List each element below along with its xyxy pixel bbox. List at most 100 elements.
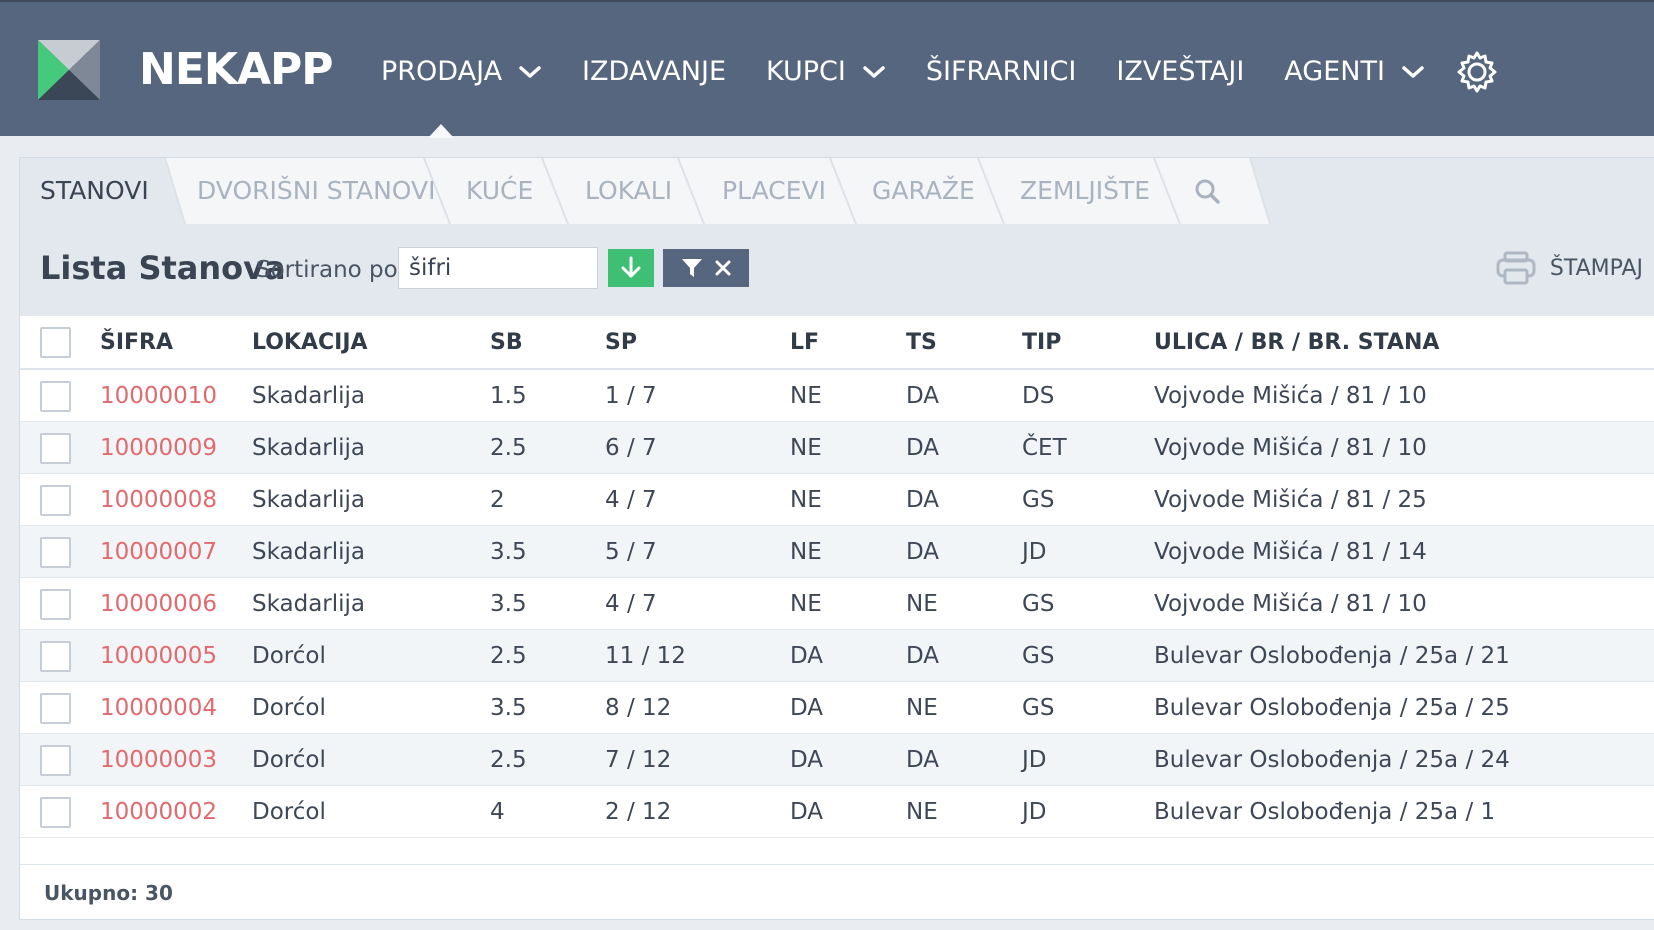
table-row[interactable]: 10000003 Dorćol 2.5 7 / 12 DA DA JD Bulevar Osl…: [20, 734, 1654, 786]
table-row[interactable]: 10000010 Skadarlija 1.5 1 / 7 NE DA DS Vojvode …: [20, 370, 1654, 422]
nav-item-izveštaji[interactable]: IZVEŠTAJI: [1116, 46, 1244, 98]
cell-code[interactable]: 10000006: [100, 578, 217, 630]
nav-item-agenti[interactable]: AGENTI: [1284, 46, 1425, 98]
cell-sp: 6 / 7: [605, 435, 657, 461]
sort-input[interactable]: [398, 247, 598, 289]
content-panel: STANOVI DVORIŠNI STANOVI KUĆE LOKALI PLA…: [19, 157, 1654, 920]
column-header-sifra[interactable]: ŠIFRA: [100, 316, 173, 370]
nav-item-kupci[interactable]: KUPCI: [766, 46, 886, 98]
cell-sp: 4 / 7: [605, 487, 657, 513]
cell-address: Bulevar Oslobođenja / 25a / 21: [1154, 643, 1510, 669]
nav-item-šifrarnici[interactable]: ŠIFRARNICI: [926, 46, 1077, 98]
cell-address: Vojvode Mišića / 81 / 14: [1154, 539, 1427, 565]
column-header-ts[interactable]: TS: [906, 316, 937, 370]
brand-name[interactable]: NEKAPP: [139, 42, 334, 98]
nav-item-prodaja[interactable]: PRODAJA: [381, 46, 542, 98]
search-icon[interactable]: [1194, 178, 1220, 204]
cell-code[interactable]: 10000005: [100, 630, 217, 682]
cell-ts: NE: [906, 799, 938, 825]
cell-sb: 3.5: [490, 695, 527, 721]
cell-code[interactable]: 10000008: [100, 474, 217, 526]
cell-tip: GS: [1022, 643, 1055, 669]
filter-icon: [682, 259, 702, 277]
cell-code[interactable]: 10000004: [100, 682, 217, 734]
row-checkbox[interactable]: [40, 433, 71, 464]
table-row[interactable]: 10000006 Skadarlija 3.5 4 / 7 NE NE GS Vojvode …: [20, 578, 1654, 630]
cell-tip: DS: [1022, 383, 1055, 409]
cell-lf: NE: [790, 539, 822, 565]
cell-sb: 2.5: [490, 435, 527, 461]
tab-placevi[interactable]: PLACEVI: [722, 158, 826, 224]
table-row[interactable]: 10000007 Skadarlija 3.5 5 / 7 NE DA JD Vojvode …: [20, 526, 1654, 578]
sort-label: Sortirano po:: [256, 257, 406, 283]
tab-lokali[interactable]: LOKALI: [585, 158, 672, 224]
cell-location: Dorćol: [252, 799, 326, 825]
app-logo-icon[interactable]: [38, 40, 100, 100]
row-checkbox[interactable]: [40, 485, 71, 516]
cell-sp: 11 / 12: [605, 643, 686, 669]
cell-ts: DA: [906, 643, 940, 669]
nav-item-label: ŠIFRARNICI: [925, 56, 1077, 87]
cell-code[interactable]: 10000003: [100, 734, 217, 786]
arrow-down-icon: [621, 256, 641, 278]
column-header-sp[interactable]: SP: [605, 316, 637, 370]
cell-sp: 1 / 7: [605, 383, 657, 409]
cell-sb: 2: [490, 487, 505, 513]
cell-code[interactable]: 10000010: [100, 370, 217, 422]
cell-lf: DA: [790, 747, 824, 773]
gear-icon[interactable]: [1455, 50, 1499, 94]
cell-location: Dorćol: [252, 747, 326, 773]
table-row[interactable]: 10000004 Dorćol 3.5 8 / 12 DA NE GS Bulevar Osl…: [20, 682, 1654, 734]
nav-item-label: PRODAJA: [381, 56, 503, 87]
row-checkbox[interactable]: [40, 745, 71, 776]
cell-ts: DA: [906, 435, 940, 461]
table-row[interactable]: 10000009 Skadarlija 2.5 6 / 7 NE DA ČET Vojvode…: [20, 422, 1654, 474]
tab-zemljiste[interactable]: ZEMLJIŠTE: [1020, 158, 1150, 224]
select-all-checkbox[interactable]: [40, 327, 71, 358]
row-checkbox[interactable]: [40, 589, 71, 620]
column-header-sb[interactable]: SB: [490, 316, 523, 370]
chevron-down-icon: [863, 66, 885, 78]
row-checkbox[interactable]: [40, 537, 71, 568]
row-checkbox[interactable]: [40, 797, 71, 828]
cell-tip: GS: [1022, 487, 1055, 513]
cell-location: Skadarlija: [252, 539, 366, 565]
cell-ts: NE: [906, 591, 938, 617]
row-checkbox[interactable]: [40, 693, 71, 724]
printer-icon: [1496, 251, 1536, 285]
clear-filter-button[interactable]: [663, 249, 749, 287]
cell-address: Vojvode Mišića / 81 / 25: [1154, 487, 1427, 513]
column-header-lf[interactable]: LF: [790, 316, 819, 370]
cell-sb: 3.5: [490, 591, 527, 617]
cell-address: Vojvode Mišića / 81 / 10: [1154, 591, 1427, 617]
cell-sb: 2.5: [490, 747, 527, 773]
cell-sp: 2 / 12: [605, 799, 672, 825]
print-button[interactable]: ŠTAMPAJ: [1496, 248, 1643, 288]
nav-item-izdavanje[interactable]: IZDAVANJE: [582, 46, 726, 98]
cell-tip: GS: [1022, 591, 1055, 617]
row-checkbox[interactable]: [40, 641, 71, 672]
cell-code[interactable]: 10000002: [100, 786, 217, 838]
tab-garaze[interactable]: GARAŽE: [872, 158, 975, 224]
tab-kuce[interactable]: KUĆE: [466, 158, 533, 224]
tab-dvorisni-stanovi[interactable]: DVORIŠNI STANOVI: [197, 158, 436, 224]
cell-lf: DA: [790, 799, 824, 825]
cell-address: Vojvode Mišića / 81 / 10: [1154, 435, 1427, 461]
cell-code[interactable]: 10000007: [100, 526, 217, 578]
sort-direction-button[interactable]: [608, 249, 654, 287]
column-header-tip[interactable]: TIP: [1022, 316, 1061, 370]
table-row[interactable]: 10000008 Skadarlija 2 4 / 7 NE DA GS Vojvode Mi…: [20, 474, 1654, 526]
tab-stanovi[interactable]: STANOVI: [40, 158, 149, 224]
active-nav-indicator: [428, 124, 454, 138]
nav-item-label: IZDAVANJE: [582, 56, 726, 87]
cell-code[interactable]: 10000009: [100, 422, 217, 474]
row-checkbox[interactable]: [40, 381, 71, 412]
cell-address: Bulevar Oslobođenja / 25a / 24: [1154, 747, 1510, 773]
table-row[interactable]: 10000005 Dorćol 2.5 11 / 12 DA DA GS Bulevar Os…: [20, 630, 1654, 682]
column-header-ulica[interactable]: ULICA / BR / BR. STANA: [1154, 316, 1439, 370]
chevron-down-icon: [519, 66, 541, 78]
cell-sb: 1.5: [490, 383, 527, 409]
table-row[interactable]: 10000002 Dorćol 4 2 / 12 DA NE JD Bulevar Oslob…: [20, 786, 1654, 838]
column-header-lokacija[interactable]: LOKACIJA: [252, 316, 368, 370]
nav-item-label: IZVEŠTAJI: [1116, 56, 1245, 87]
